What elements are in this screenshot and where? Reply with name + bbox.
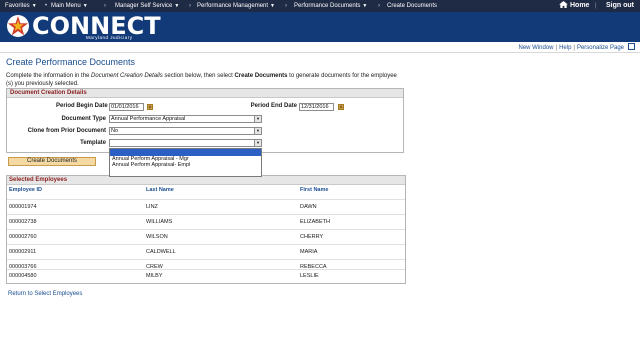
clone-from-prior-value: No xyxy=(111,128,119,134)
chevron-down-icon[interactable]: ▼ xyxy=(254,128,261,134)
period-end-date-label: Period End Date xyxy=(250,103,297,109)
star-icon xyxy=(7,15,29,37)
calendar-icon[interactable]: ▦ xyxy=(147,104,153,110)
table-row: 000004580 MILBY LESLIE xyxy=(7,269,405,283)
breadcrumb-separator: • xyxy=(45,3,48,9)
home-icon xyxy=(559,1,568,8)
chevron-down-icon: ▼ xyxy=(270,3,275,9)
breadcrumb-separator: › xyxy=(378,3,380,9)
template-select[interactable]: ▼ xyxy=(109,139,262,147)
first-name-cell: ELIZABETH xyxy=(300,219,330,225)
instructions-part: section below, then select xyxy=(162,73,235,79)
column-header-employee-id[interactable]: Employee ID xyxy=(9,187,42,193)
first-name-cell: MARIA xyxy=(300,249,318,255)
last-name-cell: WILLIAMS xyxy=(146,219,173,225)
document-type-select[interactable]: Annual Performance Appraisal ▼ xyxy=(109,115,262,123)
instructions-emphasis: Document Creation Details xyxy=(91,73,163,79)
template-dropdown-list: Annual Perform Appraisal - Mgr Annual Pe… xyxy=(109,148,262,177)
return-to-select-employees-link[interactable]: Return to Select Employees xyxy=(8,291,82,297)
last-name-cell: WILSON xyxy=(146,234,168,240)
link-divider: | xyxy=(573,45,575,51)
create-documents-button[interactable]: Create Documents xyxy=(8,157,96,166)
last-name-cell: LINZ xyxy=(146,204,158,210)
nav-create-documents-label: Create Documents xyxy=(387,3,438,9)
nav-performance-documents-label: Performance Documents xyxy=(294,3,361,9)
nav-create-documents[interactable]: Create Documents xyxy=(387,0,437,12)
nav-favorites[interactable]: Favorites ▼ xyxy=(5,0,37,12)
nav-performance-documents[interactable]: Performance Documents ▼ xyxy=(294,0,367,12)
personalize-page-link[interactable]: Personalize Page xyxy=(577,45,624,51)
chevron-down-icon[interactable]: ▼ xyxy=(254,116,261,122)
connect-banner: CONNECT Maryland Judiciary xyxy=(0,12,640,42)
clone-from-prior-select[interactable]: No ▼ xyxy=(109,127,262,135)
period-begin-date-label: Period Begin Date xyxy=(56,103,108,109)
document-type-value: Annual Performance Appraisal xyxy=(111,116,186,122)
calendar-icon[interactable]: ▦ xyxy=(338,104,344,110)
help-link[interactable]: Help xyxy=(559,45,571,51)
table-row: 000002911 CALDWELL MARIA xyxy=(7,244,405,259)
last-name-cell: CALDWELL xyxy=(146,249,176,255)
nav-favorites-label: Favorites xyxy=(5,3,30,9)
breadcrumb-separator: › xyxy=(189,3,191,9)
chevron-down-icon: ▼ xyxy=(31,3,37,9)
first-name-cell: LESLIE xyxy=(300,273,319,279)
last-name-cell: MILBY xyxy=(146,273,163,279)
nav-performance-management-label: Performance Management xyxy=(197,3,269,9)
logo-subtitle: Maryland Judiciary xyxy=(86,35,133,40)
period-begin-date-input[interactable]: 01/01/2016 xyxy=(109,103,144,111)
selected-employees-grid: Selected Employees Employee ID Last Name… xyxy=(6,175,406,284)
column-header-last-name[interactable]: Last Name xyxy=(146,187,174,193)
header-links: New Window | Help | Personalize Page xyxy=(517,43,636,51)
header-divider xyxy=(0,52,640,53)
new-window-link[interactable]: New Window xyxy=(518,45,553,51)
section-title: Document Creation Details xyxy=(7,89,403,98)
link-divider: | xyxy=(555,45,558,51)
employee-id-cell: 000002738 xyxy=(9,219,37,225)
employee-id-cell: 000002911 xyxy=(9,249,37,255)
home-label: Home xyxy=(570,2,590,9)
chevron-down-icon: ▼ xyxy=(82,3,88,9)
nav-divider: | xyxy=(595,3,597,9)
employee-id-cell: 000001974 xyxy=(9,204,37,210)
sign-out-label: Sign out xyxy=(606,2,634,9)
period-end-date-input[interactable]: 12/31/2016 xyxy=(299,103,334,111)
breadcrumb-separator: › xyxy=(285,3,287,9)
chevron-down-icon: ▼ xyxy=(362,3,368,9)
nav-manager-self-service[interactable]: Manager Self Service ▼ xyxy=(115,0,179,12)
nav-main-menu-label: Main Menu xyxy=(51,3,81,9)
page-options-icon[interactable] xyxy=(628,43,635,50)
sign-out-link[interactable]: Sign out xyxy=(606,0,634,12)
column-header-first-name[interactable]: First Name xyxy=(300,187,328,193)
chevron-down-icon[interactable]: ▼ xyxy=(254,140,261,146)
breadcrumb-separator: › xyxy=(104,3,106,9)
home-link[interactable]: Home xyxy=(559,0,589,12)
section-title: Selected Employees xyxy=(7,176,405,185)
template-option-blank[interactable] xyxy=(110,149,261,156)
chevron-down-icon: ▼ xyxy=(174,3,180,9)
clone-from-prior-label: Clone from Prior Document xyxy=(27,128,106,134)
table-row: 000002760 WILSON CHERRY xyxy=(7,229,405,244)
employee-id-cell: 000004580 xyxy=(9,273,37,279)
first-name-cell: CHERRY xyxy=(300,234,324,240)
employee-id-cell: 000002760 xyxy=(9,234,37,240)
instructions-text: Complete the information in the Document… xyxy=(6,72,401,88)
nav-manager-self-service-label: Manager Self Service xyxy=(115,3,173,9)
first-name-cell: DAWN xyxy=(300,204,317,210)
table-row: 000001974 LINZ DAWN xyxy=(7,199,405,214)
template-label: Template xyxy=(80,140,106,146)
document-type-label: Document Type xyxy=(61,116,106,122)
nav-performance-management[interactable]: Performance Management ▼ xyxy=(197,0,275,12)
page-title: Create Performance Documents xyxy=(6,57,136,67)
table-row: 000002738 WILLIAMS ELIZABETH xyxy=(7,214,405,229)
instructions-part: Complete the information in the xyxy=(6,73,92,79)
instructions-strong: Create Documents xyxy=(234,73,288,79)
nav-main-menu[interactable]: Main Menu ▼ xyxy=(51,0,88,12)
top-navigation-bar: Favorites ▼ • Main Menu ▼ › Manager Self S… xyxy=(0,0,640,12)
template-option-empl[interactable]: Annual Perform Appraisal- Empl xyxy=(110,162,261,168)
